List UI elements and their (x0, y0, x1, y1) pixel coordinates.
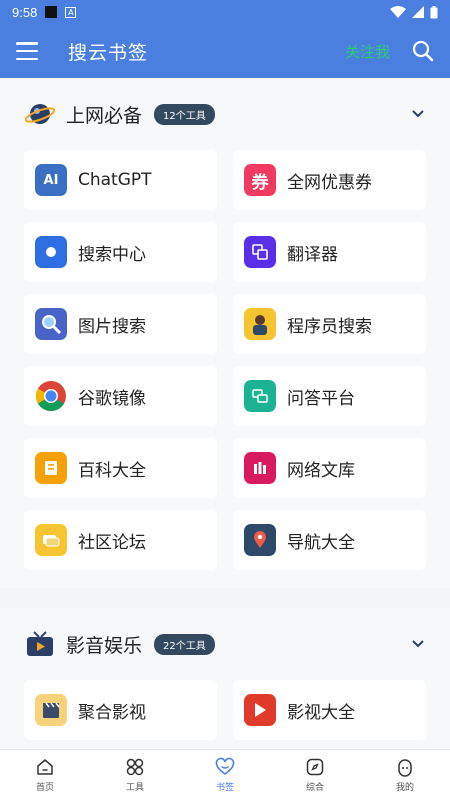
home-icon (37, 759, 53, 775)
section-entertainment: 影音娱乐 22个工具 聚合影视 影视大全 (0, 608, 450, 749)
tool-label: 谷歌镜像 (78, 388, 146, 409)
tool-card-encyclopedia[interactable]: 百科大全 (24, 438, 217, 498)
tool-card-navigation[interactable]: 导航大全 (233, 510, 426, 570)
forum-icon (35, 524, 67, 556)
tool-grid: AI ChatGPT 券 全网优惠券 搜索中心 翻译器 图片搜索 程序员搜索 谷… (24, 150, 426, 588)
tool-label: 图片搜索 (78, 316, 146, 337)
compass-icon (306, 758, 324, 776)
coupon-icon: 券 (244, 164, 276, 196)
section-internet-essentials: 上网必备 12个工具 AI ChatGPT 券 全网优惠券 搜索中心 翻译器 图… (0, 78, 450, 588)
chevron-down-icon[interactable] (410, 106, 426, 122)
status-bar: 9:58 A (0, 0, 450, 24)
planet-icon (24, 104, 56, 124)
nav-home[interactable]: 首页 (0, 750, 90, 800)
tool-label: 导航大全 (287, 532, 355, 553)
status-time: 9:58 (12, 4, 38, 20)
programmer-icon (244, 308, 276, 340)
tool-label: 全网优惠券 (287, 172, 372, 193)
bottom-nav: 首页 工具 书签 综合 我的 (0, 749, 450, 800)
magnifier-icon (35, 308, 67, 340)
nav-label: 书签 (215, 783, 234, 793)
section-title: 上网必备 (66, 104, 143, 127)
page-title: 搜云书签 (68, 41, 149, 64)
wifi-icon (390, 6, 406, 18)
nav-label: 我的 (395, 783, 414, 793)
tool-card-forum[interactable]: 社区论坛 (24, 510, 217, 570)
play-icon (244, 694, 276, 726)
notification-icon (45, 6, 58, 18)
tool-count-badge: 12个工具 (154, 103, 215, 125)
translate-icon (244, 236, 276, 268)
tools-icon (126, 758, 144, 776)
follow-button[interactable]: 关注我 (345, 41, 390, 62)
section-header[interactable]: 上网必备 12个工具 (24, 78, 426, 150)
tool-card-video-collection[interactable]: 影视大全 (233, 680, 426, 740)
clapper-icon (35, 694, 67, 726)
tool-card-aggregated-video[interactable]: 聚合影视 (24, 680, 217, 740)
tool-card-image-search[interactable]: 图片搜索 (24, 294, 217, 354)
tool-label: 程序员搜索 (287, 316, 372, 337)
tool-count-badge: 22个工具 (154, 633, 215, 655)
chevron-down-icon[interactable] (410, 636, 426, 652)
nav-label: 工具 (125, 783, 144, 793)
tool-label: 百科大全 (78, 460, 146, 481)
tool-card-qa-platform[interactable]: 问答平台 (233, 366, 426, 426)
tool-card-coupons[interactable]: 券 全网优惠券 (233, 150, 426, 210)
tool-label: 翻译器 (287, 244, 338, 265)
tool-card-chatgpt[interactable]: AI ChatGPT (24, 150, 217, 210)
tool-card-programmer-search[interactable]: 程序员搜索 (233, 294, 426, 354)
section-header[interactable]: 影音娱乐 22个工具 (24, 608, 426, 680)
nav-tools[interactable]: 工具 (90, 750, 180, 800)
tool-card-google-mirror[interactable]: 谷歌镜像 (24, 366, 217, 426)
encyclopedia-icon (35, 452, 67, 484)
tool-label: 网络文库 (287, 460, 355, 481)
tool-card-search-center[interactable]: 搜索中心 (24, 222, 217, 282)
tool-label: ChatGPT (78, 170, 152, 190)
bookmark-content: 上网必备 12个工具 AI ChatGPT 券 全网优惠券 搜索中心 翻译器 图… (0, 78, 450, 749)
chrome-icon (35, 380, 67, 412)
nav-label: 首页 (35, 783, 54, 793)
tool-grid: 聚合影视 影视大全 (24, 680, 426, 749)
tool-label: 影视大全 (287, 702, 355, 723)
search-icon[interactable] (412, 40, 434, 62)
battery-icon (430, 5, 438, 18)
notification-a-icon: A (65, 6, 77, 18)
heart-icon (215, 757, 235, 775)
tool-label: 社区论坛 (78, 532, 146, 553)
tv-icon (27, 631, 53, 656)
nav-general[interactable]: 综合 (270, 750, 360, 800)
ai-chip-icon: AI (35, 164, 67, 196)
map-pin-icon (244, 524, 276, 556)
app-bar: 搜云书签 关注我 (0, 24, 450, 78)
signal-icon (412, 6, 424, 18)
nav-label: 综合 (305, 783, 324, 793)
library-icon (244, 452, 276, 484)
nav-bookmarks[interactable]: 书签 (180, 750, 270, 800)
section-title: 影音娱乐 (66, 634, 143, 657)
tool-card-translator[interactable]: 翻译器 (233, 222, 426, 282)
nav-profile[interactable]: 我的 (360, 750, 450, 800)
qa-icon (244, 380, 276, 412)
tool-label: 聚合影视 (78, 702, 146, 723)
profile-icon (398, 759, 412, 777)
menu-icon[interactable] (16, 42, 38, 60)
tool-card-library[interactable]: 网络文库 (233, 438, 426, 498)
tool-label: 问答平台 (287, 388, 355, 409)
tool-label: 搜索中心 (78, 244, 146, 265)
search-dot-icon (35, 236, 67, 268)
